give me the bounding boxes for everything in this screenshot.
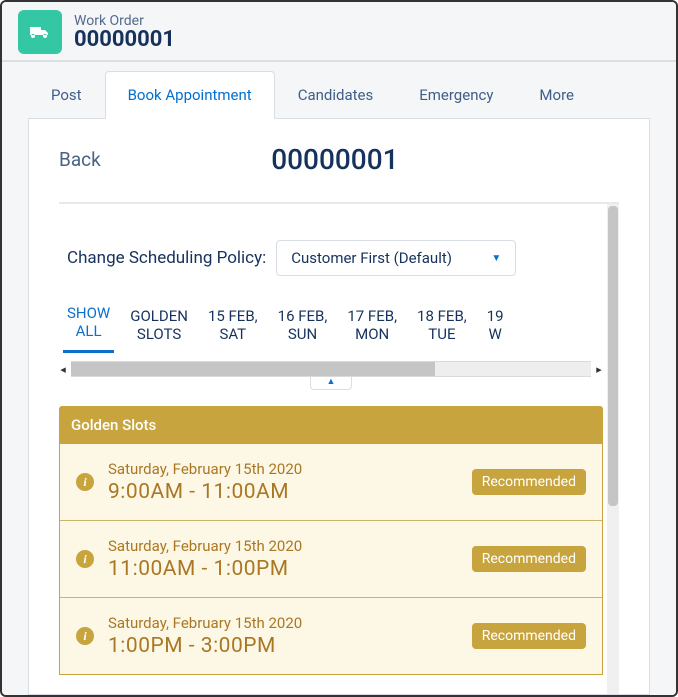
body: Post Book Appointment Candidates Emergen… [2, 62, 676, 695]
page-title: 00000001 [101, 143, 569, 176]
info-icon[interactable]: i [76, 550, 94, 568]
scroll-right-icon[interactable]: ▸ [591, 363, 607, 376]
golden-slots-list: i Saturday, February 15th 2020 9:00AM - … [59, 444, 603, 675]
back-link[interactable]: Back [59, 148, 101, 171]
policy-select[interactable]: Customer First (Default) ▼ [276, 240, 516, 276]
day-tab-19-feb[interactable]: 19W [483, 303, 508, 353]
day-tab-strip: SHOWALL GOLDENSLOTS 15 FEB,SAT 16 FEB,SU… [59, 296, 603, 357]
slot-time: 11:00AM - 1:00PM [108, 557, 458, 581]
day-tab-15-feb[interactable]: 15 FEB,SAT [204, 303, 262, 353]
info-icon[interactable]: i [76, 627, 94, 645]
tab-candidates[interactable]: Candidates [275, 71, 397, 119]
scrollable-area: Change Scheduling Policy: Customer First… [59, 204, 619, 694]
slot-text: Saturday, February 15th 2020 11:00AM - 1… [108, 537, 458, 581]
recommended-badge: Recommended [472, 469, 586, 495]
slot-row[interactable]: i Saturday, February 15th 2020 9:00AM - … [60, 444, 602, 520]
info-icon[interactable]: i [76, 473, 94, 491]
vertical-scroll-thumb[interactable] [608, 206, 618, 506]
tab-more[interactable]: More [516, 71, 597, 119]
slot-row[interactable]: i Saturday, February 15th 2020 1:00PM - … [60, 597, 602, 674]
record-number: 00000001 [74, 27, 175, 52]
chevron-down-icon: ▼ [491, 253, 501, 264]
tab-post[interactable]: Post [28, 71, 105, 119]
tab-strip: Post Book Appointment Candidates Emergen… [28, 70, 650, 119]
slot-text: Saturday, February 15th 2020 1:00PM - 3:… [108, 614, 458, 658]
slot-time: 9:00AM - 11:00AM [108, 480, 458, 504]
day-tab-scrollbar[interactable]: ◂ ▸ [59, 361, 607, 377]
tab-content: Back 00000001 Change Scheduling Policy: … [28, 119, 650, 695]
policy-row: Change Scheduling Policy: Customer First… [59, 204, 603, 296]
collapse-handle[interactable]: ▲ [310, 377, 352, 390]
record-header-text: Work Order 00000001 [74, 13, 175, 52]
day-tab-18-feb[interactable]: 18 FEB,TUE [413, 303, 471, 353]
slot-row[interactable]: i Saturday, February 15th 2020 11:00AM -… [60, 520, 602, 597]
day-tab-show-all[interactable]: SHOWALL [63, 300, 114, 353]
day-tab-golden-slots[interactable]: GOLDENSLOTS [126, 303, 192, 353]
golden-slots-header: Golden Slots [59, 406, 603, 444]
truck-icon [28, 20, 52, 44]
tab-book-appointment[interactable]: Book Appointment [105, 71, 275, 119]
app-frame: Work Order 00000001 Post Book Appointmen… [0, 0, 678, 697]
slot-date: Saturday, February 15th 2020 [108, 537, 458, 555]
day-tab-16-feb[interactable]: 16 FEB,SUN [274, 303, 332, 353]
slot-text: Saturday, February 15th 2020 9:00AM - 11… [108, 460, 458, 504]
policy-selected-value: Customer First (Default) [291, 249, 452, 267]
scroll-left-icon[interactable]: ◂ [59, 363, 71, 376]
tab-emergency[interactable]: Emergency [396, 71, 516, 119]
breadcrumb-row: Back 00000001 [59, 143, 619, 176]
slot-date: Saturday, February 15th 2020 [108, 460, 458, 478]
slot-date: Saturday, February 15th 2020 [108, 614, 458, 632]
day-tab-17-feb[interactable]: 17 FEB,MON [343, 303, 401, 353]
scroll-thumb[interactable] [71, 362, 435, 376]
recommended-badge: Recommended [472, 623, 586, 649]
policy-label: Change Scheduling Policy: [67, 248, 266, 268]
scroll-track[interactable] [71, 361, 591, 377]
work-order-icon [18, 10, 62, 54]
vertical-scrollbar[interactable] [607, 204, 619, 694]
recommended-badge: Recommended [472, 546, 586, 572]
record-header: Work Order 00000001 [2, 2, 676, 62]
slot-time: 1:00PM - 3:00PM [108, 634, 458, 658]
